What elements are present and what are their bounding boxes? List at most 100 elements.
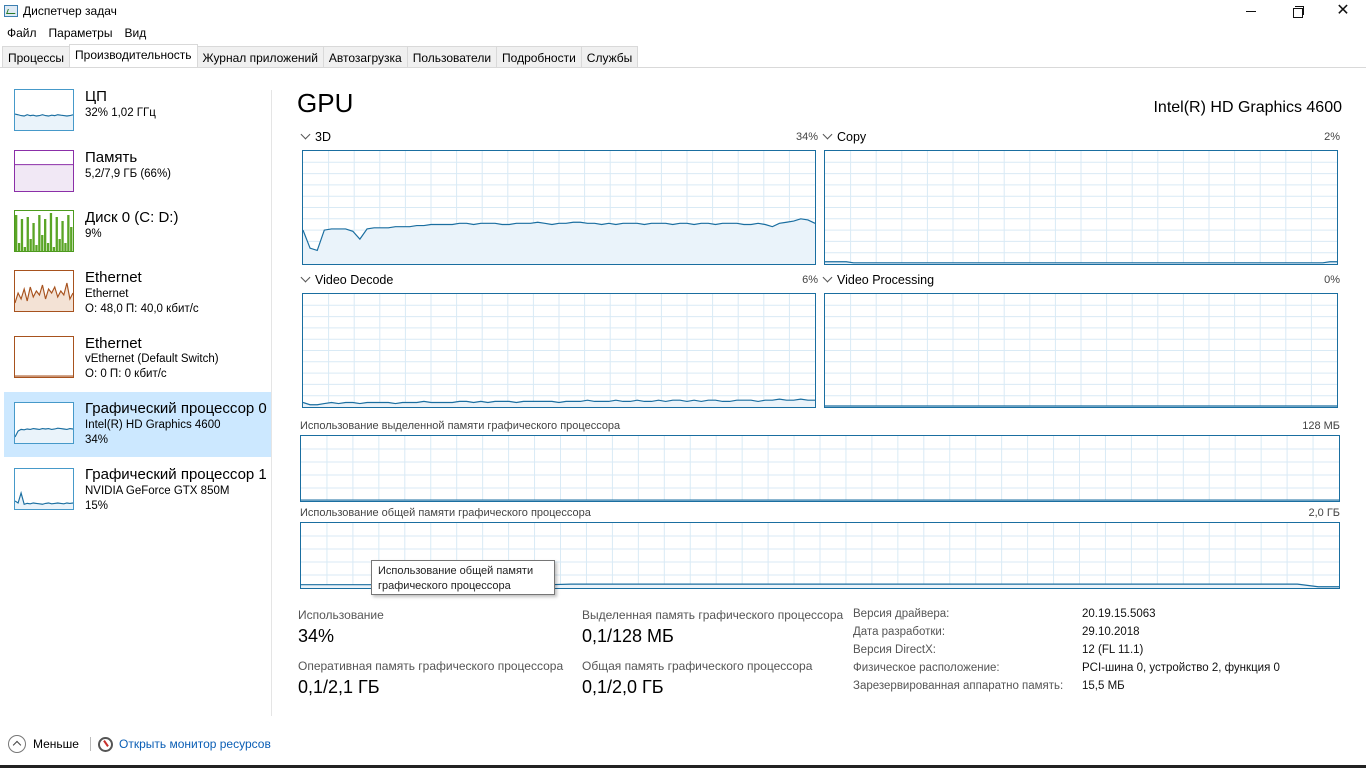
sidebar-item-title: Ethernet [85,335,142,352]
driver-date-value: 29.10.2018 [1082,626,1140,638]
dedicated-memory-max: 128 МБ [1302,420,1340,432]
engine-selector-video-decode[interactable]: Video Decode [300,272,393,287]
engine-selector-video-processing[interactable]: Video Processing [822,272,935,287]
thumbnail-series-line [15,490,73,505]
fewer-details-button[interactable]: Меньше [8,735,79,753]
shared-memory-label: Общая память графического процессора [582,659,813,673]
sidebar-item-throughput: О: 48,0 П: 40,0 кбит/с [85,303,199,315]
gpu1-thumbnail-graph [14,468,74,510]
disk-activity-bar [32,223,35,251]
sidebar-item-title: Графический процессор 0 [85,400,267,417]
sidebar-item-throughput: О: 0 П: 0 кбит/с [85,368,167,380]
thumbnail-series-line [15,113,73,117]
disk-activity-bar [26,217,29,251]
directx-version-label: Версия DirectX: [853,644,936,656]
chevron-down-icon [822,272,833,283]
open-resource-monitor-link[interactable]: Открыть монитор ресурсов [98,735,271,753]
sidebar-item-ethernet[interactable]: Ethernet Ethernet О: 48,0 П: 40,0 кбит/с [4,263,271,328]
sidebar-item-usage: 15% [85,500,109,512]
sidebar-item-detail: 9% [85,228,102,240]
usage-label: Использование [298,608,384,622]
sidebar-item-detail: vEthernet (Default Switch) [85,353,219,365]
vethernet-thumbnail-graph [14,336,74,378]
performance-sidebar: ЦП 32% 1,02 ГГц Память 5,2/7,9 ГБ (66%) … [0,82,272,718]
maximize-button[interactable] [1274,0,1320,24]
minimize-button[interactable] [1228,0,1274,24]
thumbnail-series-area [15,428,73,443]
page-title: GPU [297,88,354,118]
sidebar-item-detail: NVIDIA GeForce GTX 850M [85,485,230,497]
disk-activity-bar [41,235,44,251]
disk-activity-bar [35,245,38,251]
tab-app-history[interactable]: Журнал приложений [196,46,324,68]
engine-graph-3d [302,150,816,265]
sidebar-item-detail: 5,2/7,9 ГБ (66%) [85,168,172,180]
sidebar-item-title: Ethernet [85,269,142,286]
task-manager-icon [4,5,18,17]
sidebar-item-gpu1[interactable]: Графический процессор 1 NVIDIA GeForce G… [4,458,271,523]
sidebar-item-cpu[interactable]: ЦП 32% 1,02 ГГц [4,82,271,147]
sidebar-divider [271,90,272,716]
tab-strip: Процессы Производительность Журнал прило… [2,44,639,68]
disk-activity-bar [38,215,41,251]
disk-activity-bar [58,239,61,251]
disk-activity-bar [64,243,67,251]
title-bar: Диспетчер задач ✕ [0,0,1366,24]
reserved-memory-label: Зарезервированная аппаратно память: [853,680,1064,692]
thumbnail-series-area [15,283,73,311]
dedicated-memory-label: Выделенная память графического процессор… [582,608,844,622]
cpu-thumbnail-graph [14,89,74,131]
gpu-ram-label: Оперативная память графического процессо… [298,659,564,673]
engine-name: Copy [837,130,867,144]
disk-thumbnail-graph [14,210,74,252]
close-button[interactable]: ✕ [1320,0,1366,24]
chevron-up-icon [8,735,26,753]
tab-startup[interactable]: Автозагрузка [322,46,408,68]
fewer-details-label: Меньше [33,737,79,751]
directx-version-value: 12 (FL 11.1) [1082,644,1144,656]
engine-max-label: 6% [802,274,818,286]
physical-location-label: Физическое расположение: [853,662,1000,674]
sidebar-item-vethernet[interactable]: Ethernet vEthernet (Default Switch) О: 0… [4,329,271,394]
engine-graph-copy [824,150,1338,265]
sidebar-item-usage: 34% [85,434,109,446]
tab-services[interactable]: Службы [580,46,639,68]
tab-performance[interactable]: Производительность [69,44,198,67]
usage-value: 34% [298,626,335,646]
driver-date-label: Дата разработки: [853,626,946,638]
sidebar-item-detail: Ethernet [85,288,129,300]
disk-activity-bar [70,227,73,251]
disk-activity-bar [23,247,27,251]
engine-selector-copy[interactable]: Copy [822,129,867,144]
menu-options[interactable]: Параметры [43,24,119,43]
sidebar-item-title: Диск 0 (C: D:) [85,209,179,226]
tab-details[interactable]: Подробности [496,46,582,68]
disk-activity-bar [67,215,70,251]
engine-name: Video Processing [837,273,935,287]
sidebar-item-disk[interactable]: Диск 0 (C: D:) 9% [4,203,271,268]
gpu0-thumbnail-graph [14,402,74,444]
disk-activity-bar [20,219,24,251]
disk-activity-bar [15,215,18,251]
sidebar-item-gpu0[interactable]: Графический процессор 0 Intel(R) HD Grap… [4,392,271,457]
dedicated-memory-value: 0,1/128 МБ [582,626,674,646]
chevron-down-icon [300,129,311,140]
ethernet-thumbnail-graph [14,270,74,312]
footer-separator [90,737,91,751]
menu-file[interactable]: Файл [0,24,43,43]
disk-activity-bar [49,213,53,251]
disk-activity-bar [61,221,64,251]
tab-processes[interactable]: Процессы [2,46,71,68]
engine-graph-video-processing [824,293,1338,408]
engine-max-label: 34% [795,131,818,143]
reserved-memory-value: 15,5 МБ [1082,680,1125,692]
resource-monitor-label: Открыть монитор ресурсов [119,737,271,751]
engine-graph-video-decode [302,293,816,408]
memory-thumbnail-graph [14,150,74,192]
engine-selector-3d[interactable]: 3D [300,129,331,144]
menu-view[interactable]: Вид [118,24,152,43]
tab-users[interactable]: Пользователи [406,46,498,68]
driver-version-label: Версия драйвера: [853,608,950,620]
sidebar-item-title: ЦП [85,88,107,105]
sidebar-item-memory[interactable]: Память 5,2/7,9 ГБ (66%) [4,143,271,208]
